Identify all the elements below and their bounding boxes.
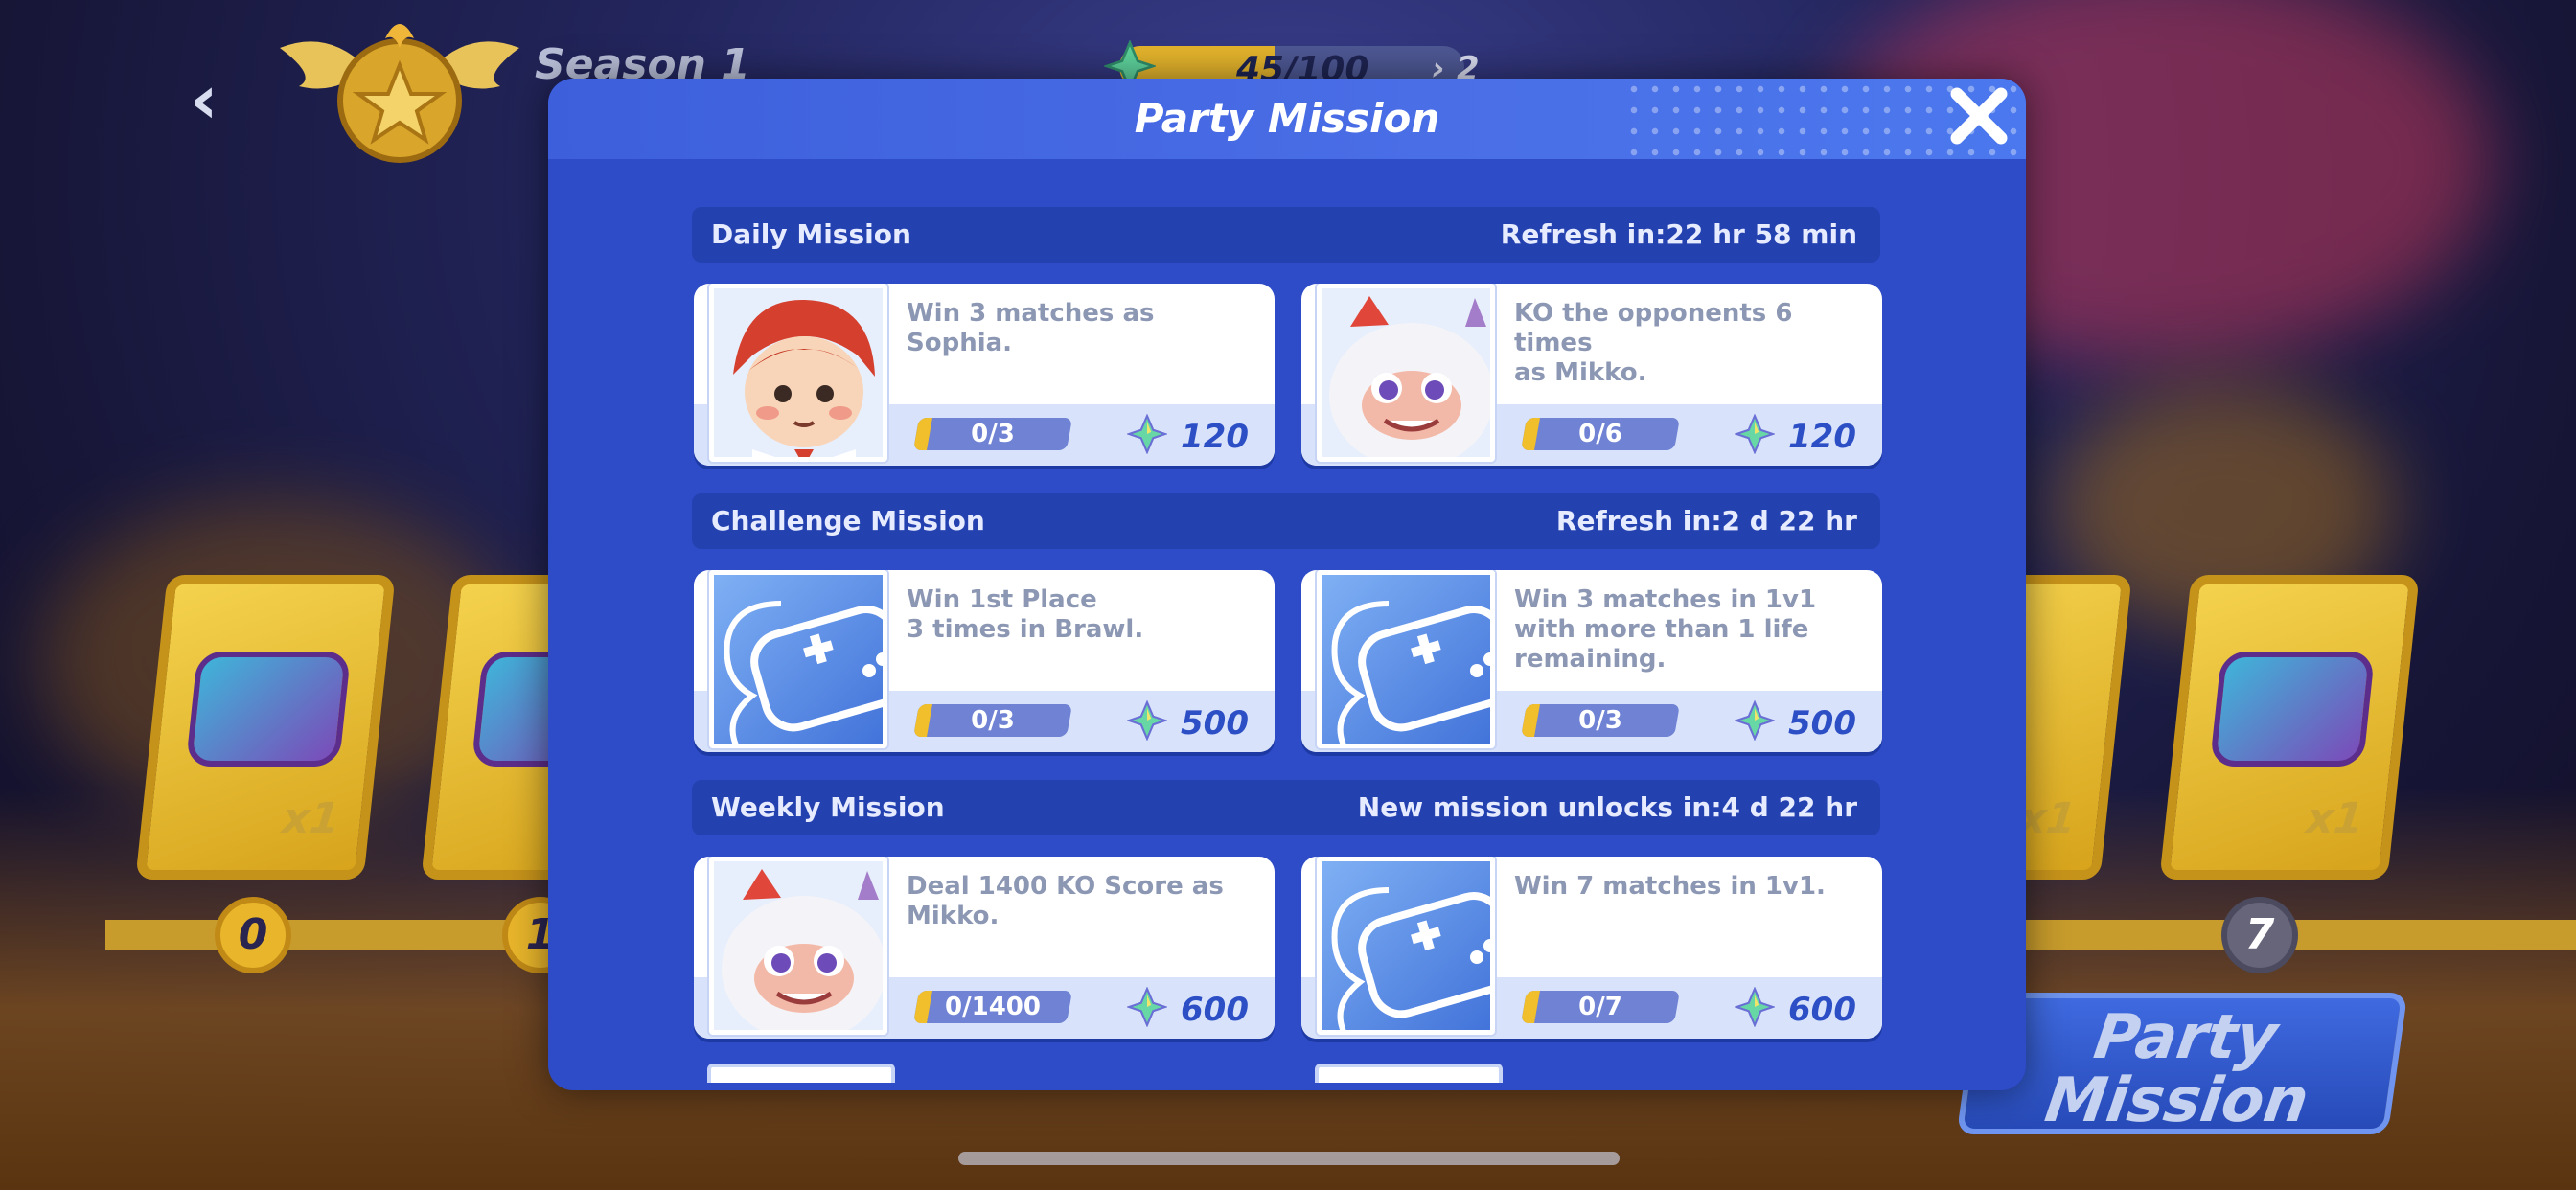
reward-qty: x1: [280, 794, 342, 843]
section-daily-mission: Daily Mission Refresh in:22 hr 58 min: [692, 207, 1880, 263]
dialog-title: Party Mission: [1134, 95, 1440, 142]
section-weekly-mission: Weekly Mission New mission unlocks in:4 …: [692, 780, 1880, 835]
chest-icon: [185, 652, 352, 767]
controller-icon: [1317, 570, 1495, 748]
reward-card[interactable]: x1: [2159, 575, 2420, 880]
track-node: 0: [215, 897, 291, 973]
mission-progress-text: 0/3: [971, 706, 1015, 735]
reward-card[interactable]: x1: [135, 575, 396, 880]
gem-icon: [1733, 413, 1777, 455]
section-name: Weekly Mission: [711, 791, 945, 823]
track-node: 7: [2221, 897, 2298, 973]
mission-description: Win 7 matches in 1v1.: [1514, 872, 1826, 901]
next-mission-card-peek: [1315, 1064, 1503, 1083]
section-refresh-timer: New mission unlocks in:4 d 22 hr: [1357, 791, 1857, 823]
mission-card[interactable]: Win 3 matches in 1v1 with more than 1 li…: [1301, 570, 1882, 752]
section-refresh-timer: Refresh in:2 d 22 hr: [1555, 505, 1857, 537]
reward-qty: x1: [2304, 794, 2366, 843]
mikko-portrait: [1317, 284, 1495, 462]
mission-progress-text: 0/7: [1578, 993, 1622, 1021]
close-icon[interactable]: [1945, 82, 2012, 149]
mission-progress-bar: 0/3: [913, 418, 1072, 450]
mission-reward: 600: [1181, 991, 1249, 1029]
mission-progress-bar: 0/1400: [913, 991, 1072, 1023]
mission-progress-text: 0/3: [971, 420, 1015, 448]
mission-card[interactable]: KO the opponents 6 times as Mikko. 0/6 120: [1301, 284, 1882, 466]
mission-card[interactable]: Deal 1400 KO Score as Mikko. 0/1400 600: [694, 857, 1275, 1039]
party-banner-line2: Mission: [2040, 1065, 2313, 1136]
mission-progress-bar: 0/6: [1521, 418, 1680, 450]
mission-reward: 500: [1181, 704, 1249, 743]
back-button[interactable]: ‹: [171, 63, 238, 136]
gem-icon: [1125, 699, 1169, 742]
mission-progress-bar: 0/3: [913, 704, 1072, 737]
mission-reward: 600: [1788, 991, 1856, 1029]
mission-card[interactable]: Win 3 matches as Sophia. 0/3 120: [694, 284, 1275, 466]
controller-icon: [1317, 857, 1495, 1035]
mission-description: Win 1st Place 3 times in Brawl.: [907, 585, 1144, 644]
mission-progress-bar: 0/3: [1521, 704, 1680, 737]
party-banner-line1: Party: [2089, 1002, 2282, 1073]
dialog-header: Party Mission: [548, 79, 2026, 159]
controller-icon: [709, 570, 887, 748]
section-name: Daily Mission: [711, 218, 911, 250]
mission-description: Win 3 matches in 1v1 with more than 1 li…: [1514, 585, 1817, 674]
gem-icon: [1125, 413, 1169, 455]
mission-description: Win 3 matches as Sophia.: [907, 299, 1155, 357]
chest-icon: [2209, 652, 2376, 767]
sophia-portrait: [709, 284, 887, 462]
section-challenge-mission: Challenge Mission Refresh in:2 d 22 hr: [692, 493, 1880, 549]
mission-description: KO the opponents 6 times as Mikko.: [1514, 299, 1793, 387]
mikko-portrait: [709, 857, 887, 1035]
next-mission-card-peek: [707, 1064, 895, 1083]
mission-progress-text: 0/1400: [945, 993, 1041, 1021]
gem-icon: [1733, 986, 1777, 1028]
season-emblem-icon: [280, 24, 519, 163]
mission-progress-text: 0/3: [1578, 706, 1622, 735]
mission-reward: 500: [1788, 704, 1856, 743]
mission-reward: 120: [1788, 418, 1856, 456]
section-refresh-timer: Refresh in:22 hr 58 min: [1500, 218, 1857, 250]
mission-card[interactable]: Win 1st Place 3 times in Brawl. 0/3 500: [694, 570, 1275, 752]
mission-card[interactable]: Win 7 matches in 1v1. 0/7 600: [1301, 857, 1882, 1039]
gem-icon: [1733, 699, 1777, 742]
mission-progress-bar: 0/7: [1521, 991, 1680, 1023]
mission-reward: 120: [1181, 418, 1249, 456]
mission-description: Deal 1400 KO Score as Mikko.: [907, 872, 1224, 930]
section-name: Challenge Mission: [711, 505, 985, 537]
mission-progress-text: 0/6: [1578, 420, 1622, 448]
home-indicator[interactable]: [958, 1152, 1620, 1165]
gem-icon: [1125, 986, 1169, 1028]
